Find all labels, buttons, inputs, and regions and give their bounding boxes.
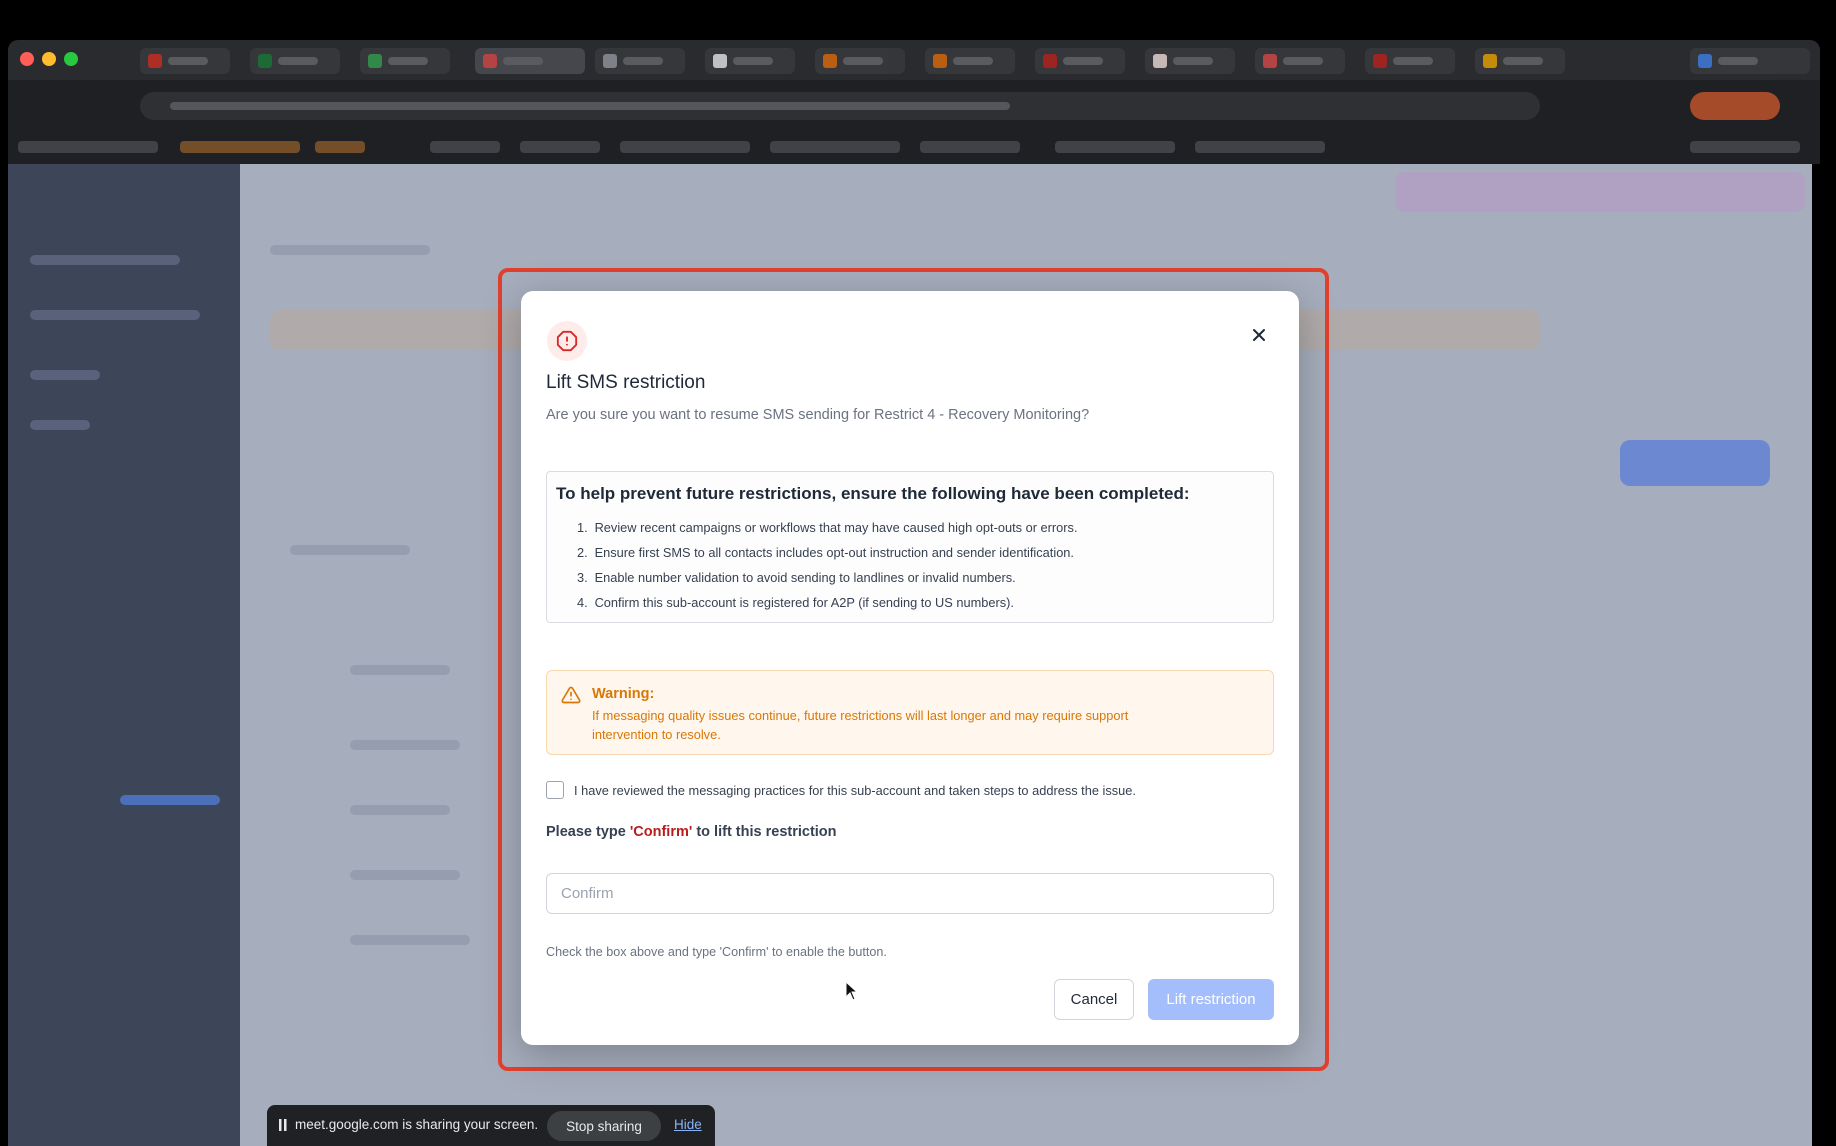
- alert-octagon-icon: [547, 321, 587, 361]
- bookmark-item[interactable]: [430, 141, 500, 153]
- hide-link[interactable]: Hide: [674, 1117, 702, 1132]
- step-item: 4. Confirm this sub-account is registere…: [577, 590, 1078, 615]
- sidebar-placeholder: [30, 255, 180, 265]
- browser-tab[interactable]: [250, 48, 340, 74]
- bookmark-item[interactable]: [1055, 141, 1175, 153]
- main-placeholder: [350, 870, 460, 880]
- window-zoom-dot[interactable]: [64, 52, 78, 66]
- window-minimize-dot[interactable]: [42, 52, 56, 66]
- cancel-button[interactable]: Cancel: [1054, 979, 1134, 1020]
- confirm-input[interactable]: [546, 873, 1274, 914]
- prompt-text: Please type: [546, 824, 630, 840]
- main-placeholder: [350, 805, 450, 815]
- step-number: 2.: [577, 545, 588, 560]
- prevention-steps-box: To help prevent future restrictions, ens…: [546, 471, 1274, 623]
- step-text: Enable number validation to avoid sendin…: [594, 570, 1016, 585]
- bookmark-item[interactable]: [18, 141, 158, 153]
- browser-tab[interactable]: [140, 48, 230, 74]
- type-confirm-prompt: Please type 'Confirm' to lift this restr…: [546, 824, 837, 840]
- warning-text: If messaging quality issues continue, fu…: [592, 708, 1129, 742]
- main-placeholder: [350, 935, 470, 945]
- step-number: 3.: [577, 570, 588, 585]
- close-button[interactable]: [1243, 319, 1275, 351]
- modal-title: Lift SMS restriction: [546, 372, 706, 393]
- sidebar-placeholder: [30, 420, 90, 430]
- warning-title: Warning:: [592, 686, 655, 702]
- browser-tab[interactable]: [1035, 48, 1125, 74]
- main-placeholder: [350, 740, 460, 750]
- step-text: Review recent campaigns or workflows tha…: [594, 520, 1078, 535]
- pause-icon: [279, 1119, 287, 1131]
- bookmark-item[interactable]: [315, 141, 365, 153]
- browser-tab[interactable]: [705, 48, 795, 74]
- step-item: 2. Ensure first SMS to all contacts incl…: [577, 540, 1078, 565]
- browser-tab[interactable]: [815, 48, 905, 74]
- share-message: meet.google.com is sharing your screen.: [295, 1117, 539, 1132]
- browser-tab[interactable]: [1145, 48, 1235, 74]
- mouse-cursor-icon: [845, 981, 859, 1001]
- bookmark-item[interactable]: [1690, 141, 1800, 153]
- window-close-dot[interactable]: [20, 52, 34, 66]
- modal-subtitle: Are you sure you want to resume SMS send…: [546, 407, 1090, 423]
- step-text: Ensure first SMS to all contacts include…: [594, 545, 1074, 560]
- browser-tab[interactable]: [1475, 48, 1565, 74]
- prompt-keyword: 'Confirm': [629, 824, 693, 840]
- address-bar-text: [170, 102, 1010, 110]
- browser-tab[interactable]: [595, 48, 685, 74]
- main-placeholder: [290, 545, 410, 555]
- steps-heading: To help prevent future restrictions, ens…: [556, 484, 1190, 503]
- app-header-avatars: [1395, 172, 1805, 212]
- step-text: Confirm this sub-account is registered f…: [594, 595, 1014, 610]
- browser-tab[interactable]: [1255, 48, 1345, 74]
- browser-tab[interactable]: [925, 48, 1015, 74]
- step-number: 1.: [577, 520, 588, 535]
- helper-text: Check the box above and type 'Confirm' t…: [546, 945, 887, 959]
- warning-triangle-icon: [561, 686, 581, 704]
- bookmark-item[interactable]: [770, 141, 900, 153]
- sidebar-placeholder: [120, 795, 220, 805]
- prompt-text: to lift this restriction: [692, 824, 837, 840]
- steps-list: 1. Review recent campaigns or workflows …: [577, 515, 1078, 615]
- screen: Lift SMS restriction Are you sure you wa…: [0, 0, 1836, 1146]
- main-action-placeholder: [1620, 440, 1770, 486]
- sidebar-placeholder: [30, 310, 200, 320]
- main-placeholder: [270, 245, 430, 255]
- step-number: 4.: [577, 595, 588, 610]
- step-item: 3. Enable number validation to avoid sen…: [577, 565, 1078, 590]
- bookmark-item[interactable]: [520, 141, 600, 153]
- step-item: 1. Review recent campaigns or workflows …: [577, 515, 1078, 540]
- screen-share-bar: meet.google.com is sharing your screen. …: [267, 1105, 715, 1146]
- sidebar-placeholder: [30, 370, 100, 380]
- warning-box: Warning: If messaging quality issues con…: [546, 670, 1274, 755]
- bookmark-item[interactable]: [620, 141, 750, 153]
- main-placeholder: [350, 665, 450, 675]
- bookmark-item[interactable]: [1195, 141, 1325, 153]
- lift-restriction-modal: Lift SMS restriction Are you sure you wa…: [521, 291, 1299, 1045]
- browser-tab[interactable]: [1365, 48, 1455, 74]
- close-icon: [1253, 329, 1265, 341]
- bookmark-item[interactable]: [920, 141, 1020, 153]
- lift-restriction-button[interactable]: Lift restriction: [1148, 979, 1274, 1020]
- stop-sharing-button[interactable]: Stop sharing: [547, 1111, 661, 1141]
- browser-tab[interactable]: [360, 48, 450, 74]
- acknowledge-label[interactable]: I have reviewed the messaging practices …: [574, 783, 1136, 798]
- profile-chip[interactable]: [1690, 48, 1810, 74]
- bookmark-item[interactable]: [180, 141, 300, 153]
- browser-tab-active[interactable]: [475, 48, 585, 74]
- toolbar-action-button[interactable]: [1690, 92, 1780, 120]
- acknowledge-checkbox[interactable]: [546, 781, 564, 799]
